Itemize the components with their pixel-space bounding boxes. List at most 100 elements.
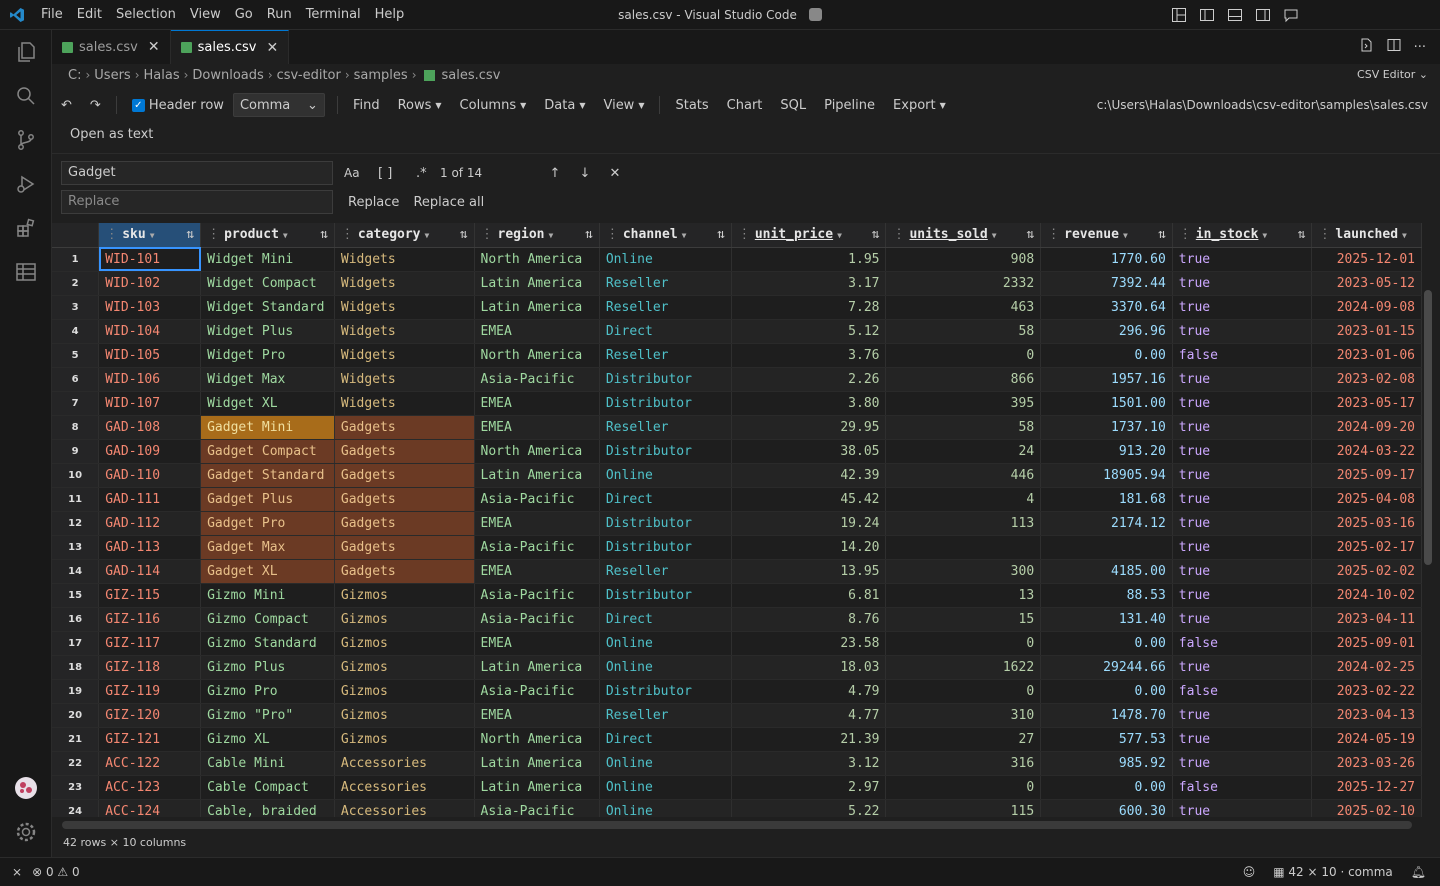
table-cell[interactable]: Gadgets [334,535,475,560]
table-cell[interactable]: Widgets [334,295,475,320]
table-cell[interactable]: Online [599,751,732,776]
table-row[interactable]: 5 WID-105 Widget Pro Widgets North America Re… [52,343,1422,368]
row-number[interactable]: 20 [52,703,100,728]
open-as-text-link[interactable]: Open as text [70,127,153,142]
column-header-launched[interactable]: ⋮ launched ▼ [1311,223,1422,248]
table-cell[interactable]: 296.96 [1040,319,1173,344]
table-cell[interactable]: 2025-04-08 [1311,487,1422,512]
table-cell[interactable]: Distributor [599,367,732,392]
table-cell[interactable]: 1478.70 [1040,703,1173,728]
table-cell[interactable]: 3.17 [731,271,887,296]
row-number[interactable]: 4 [52,319,100,344]
table-cell[interactable]: 45.42 [731,487,887,512]
table-cell[interactable]: WID-104 [98,319,202,344]
table-cell[interactable]: true [1172,319,1313,344]
table-cell[interactable]: 985.92 [1040,751,1173,776]
grid-info[interactable]: ▦ 42 × 10 · comma [1273,865,1393,879]
table-cell[interactable]: GAD-109 [98,439,202,464]
drag-handle-icon[interactable]: ⋮ [1318,227,1331,242]
column-header-region[interactable]: ⋮ region ▼ ⇅ [474,223,600,248]
table-row[interactable]: 16 GIZ-116 Gizmo Compact Gizmos Asia-Pacific… [52,607,1422,632]
table-cell[interactable]: 13 [885,583,1042,608]
table-row[interactable]: 4 WID-104 Widget Plus Widgets EMEA Direct 5.12… [52,319,1422,344]
table-cell[interactable]: Gizmo Mini [200,583,335,608]
table-cell[interactable]: WID-107 [98,391,202,416]
sql-button[interactable]: SQL [771,98,815,113]
row-number[interactable]: 12 [52,511,100,536]
row-number[interactable]: 1 [52,247,100,272]
table-cell[interactable]: Asia-Pacific [474,607,600,632]
row-number[interactable]: 17 [52,631,100,656]
table-cell[interactable]: Gizmos [334,583,475,608]
table-cell[interactable]: EMEA [474,703,600,728]
menu-file[interactable]: File [34,0,70,30]
toggle-secondary-sidebar-icon[interactable] [1254,6,1272,24]
csv-editor-selector[interactable]: CSV Editor ⌄ [1357,64,1428,86]
menu-help[interactable]: Help [368,0,412,30]
sort-icon[interactable]: ⇅ [320,227,328,242]
table-cell[interactable]: 300 [885,559,1042,584]
table-row[interactable]: 3 WID-103 Widget Standard Widgets Latin Amer… [52,295,1422,320]
table-cell[interactable]: Widget Pro [200,343,335,368]
table-cell[interactable]: 0.00 [1040,631,1173,656]
table-cell[interactable]: GAD-111 [98,487,202,512]
table-cell[interactable]: true [1172,415,1313,440]
table-cell[interactable]: 3.76 [731,343,887,368]
table-cell[interactable]: Gadgets [334,511,475,536]
table-row[interactable]: 12 GAD-112 Gadget Pro Gadgets EMEA Distributo… [52,511,1422,536]
table-cell[interactable] [1040,535,1173,560]
table-cell[interactable]: 1957.16 [1040,367,1173,392]
table-cell[interactable]: 29.95 [731,415,887,440]
table-cell[interactable]: 4.79 [731,679,887,704]
table-cell[interactable]: 2023-05-17 [1311,391,1422,416]
table-cell[interactable]: Distributor [599,511,732,536]
source-control-icon[interactable] [0,118,52,162]
chat-icon[interactable] [1282,6,1300,24]
caret-down-icon[interactable]: ▼ [150,231,155,240]
table-cell[interactable]: 316 [885,751,1042,776]
table-cell[interactable]: 2332 [885,271,1042,296]
table-cell[interactable]: 2.97 [731,775,887,800]
table-cell[interactable]: 24 [885,439,1042,464]
drag-handle-icon[interactable]: ⋮ [738,227,751,242]
table-cell[interactable]: Gadgets [334,559,475,584]
row-number[interactable]: 3 [52,295,100,320]
table-cell[interactable]: true [1172,391,1313,416]
table-cell[interactable]: 18905.94 [1040,463,1173,488]
table-cell[interactable]: true [1172,247,1313,272]
row-number[interactable]: 11 [52,487,100,512]
table-cell[interactable]: Gizmos [334,727,475,752]
table-cell[interactable]: false [1172,679,1313,704]
menu-view[interactable]: View [183,0,228,30]
tab-sales-csv-1[interactable]: sales.csv ✕ [52,30,171,64]
table-row[interactable]: 24 ACC-124 Cable, braided Accessories Asia-P… [52,799,1422,817]
table-cell[interactable]: 2025-02-02 [1311,559,1422,584]
table-row[interactable]: 17 GIZ-117 Gizmo Standard Gizmos EMEA Online 2… [52,631,1422,656]
table-cell[interactable]: EMEA [474,391,600,416]
table-cell[interactable]: Latin America [474,655,600,680]
column-header-category[interactable]: ⋮ category ▼ ⇅ [334,223,475,248]
regex-toggle[interactable]: .* [416,166,440,181]
table-cell[interactable]: 38.05 [731,439,887,464]
table-cell[interactable]: ACC-123 [98,775,202,800]
table-row[interactable]: 15 GIZ-115 Gizmo Mini Gizmos Asia-Pacific Dis… [52,583,1422,608]
table-cell[interactable]: true [1172,487,1313,512]
table-cell[interactable]: 463 [885,295,1042,320]
table-cell[interactable]: Online [599,799,732,817]
table-cell[interactable]: WID-105 [98,343,202,368]
table-cell[interactable]: 0.00 [1040,343,1173,368]
table-cell[interactable]: GIZ-117 [98,631,202,656]
table-cell[interactable]: 181.68 [1040,487,1173,512]
table-cell[interactable]: Distributor [599,391,732,416]
row-number[interactable]: 19 [52,679,100,704]
table-cell[interactable]: EMEA [474,415,600,440]
table-cell[interactable]: Widgets [334,319,475,344]
table-cell[interactable]: Widgets [334,247,475,272]
table-cell[interactable]: 18.03 [731,655,887,680]
breadcrumb-item[interactable]: Halas [144,68,180,83]
close-tab-icon[interactable]: ✕ [148,39,160,55]
table-cell[interactable]: Gizmo XL [200,727,335,752]
table-row[interactable]: 18 GIZ-118 Gizmo Plus Gizmos Latin America On… [52,655,1422,680]
undo-icon[interactable]: ↶ [52,98,81,113]
row-number[interactable]: 18 [52,655,100,680]
